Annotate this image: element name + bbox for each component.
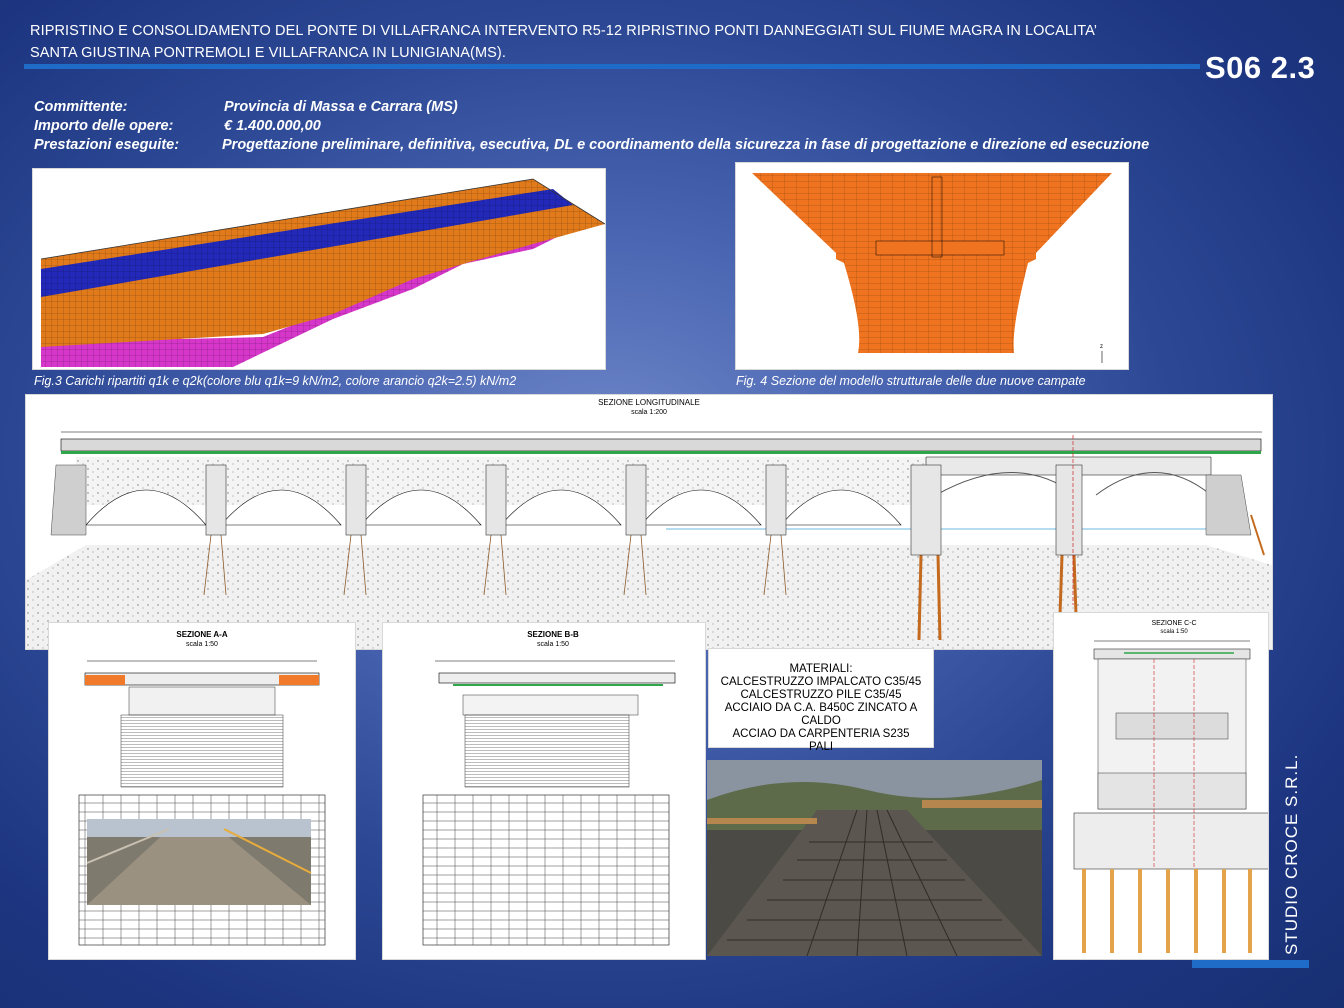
fig3-drawing [40, 178, 606, 367]
sec-bb-scale: scala 1:50 [537, 641, 569, 648]
prestazioni-row: Prestazioni eseguite: Progettazione preli… [34, 136, 1149, 155]
section-aa-svg: SEZIONE A-A scala 1:50 [78, 630, 326, 946]
prestazioni-label: Prestazioni eseguite: [34, 137, 180, 153]
sec-cc-title: SEZIONE C-C [1151, 620, 1196, 627]
committente-row: Committente: Provincia di Massa e Carrara… [34, 98, 1149, 117]
sheet-code: S06 2.3 [1205, 50, 1316, 85]
section-bb-drawing: SEZIONE B-B scala 1:50 [382, 622, 706, 960]
sec-aa-title: SEZIONE A-A [176, 630, 227, 639]
fig4-section-model-image: z [735, 162, 1129, 370]
sec-bb-title: SEZIONE B-B [527, 630, 579, 639]
project-info: Committente: Provincia di Massa e Carrara… [34, 98, 1149, 155]
section-bb-svg: SEZIONE B-B scala 1:50 [422, 630, 676, 946]
fig4-caption: Fig. 4 Sezione del modello strutturale d… [736, 374, 1086, 388]
long-scale: scala 1:200 [631, 409, 667, 416]
importo-label: Importo delle opere: [34, 118, 174, 134]
sec-cc-scale: scala 1:50 [1160, 629, 1188, 635]
sec-aa-scale: scala 1:50 [186, 641, 218, 648]
materials-line-4: ACCIAO DA CARPENTERIA S235 [732, 728, 910, 740]
footer-bar [1192, 960, 1309, 968]
title-underline-bar [24, 64, 1200, 69]
importo-row: Importo delle opere: € 1.400.000,00 [34, 117, 1149, 136]
committente-label: Committente: [34, 99, 128, 115]
studio-name-vertical: STUDIO CROCE S.R.L. [1282, 753, 1301, 955]
fig3-caption: Fig.3 Carichi ripartiti q1k e q2k(colore… [34, 374, 517, 388]
importo-value: € 1.400.000,00 [224, 118, 321, 134]
title-line-1: RIPRISTINO E CONSOLIDAMENTO DEL PONTE DI… [30, 23, 1098, 39]
materials-line-2: CALCESTRUZZO PILE C35/45 [740, 689, 902, 701]
materials-box: MATERIALI: CALCESTRUZZO IMPALCATO C35/45… [708, 648, 934, 753]
committente-value: Provincia di Massa e Carrara (MS) [224, 99, 458, 115]
section-cc-drawing: SEZIONE C-C scala 1:50 [1053, 612, 1271, 960]
fig3-load-model-image [32, 168, 606, 370]
page-title: RIPRISTINO E CONSOLIDAMENTO DEL PONTE DI… [30, 20, 1210, 64]
longitudinal-svg: SEZIONE LONGITUDINALE scala 1:200 [26, 398, 1272, 649]
construction-photo [707, 760, 1042, 956]
title-line-2: SANTA GIUSTINA PONTREMOLI E VILLAFRANCA … [30, 45, 506, 61]
construction-photo-drawing [707, 760, 1042, 956]
long-title: SEZIONE LONGITUDINALE [598, 398, 700, 407]
prestazioni-value: Progettazione preliminare, definitiva, e… [222, 137, 1150, 153]
fig4-drawing: z [752, 173, 1112, 363]
section-aa-drawing: SEZIONE A-A scala 1:50 [48, 622, 356, 960]
materials-line-5: PALI [808, 741, 834, 753]
materials-line-3: ACCIAIO DA C.A. B450C ZINCATO A CALDO [724, 702, 918, 727]
svg-text:z: z [1100, 344, 1103, 350]
materials-title: MATERIALI: [789, 663, 853, 675]
materials-line-1: CALCESTRUZZO IMPALCATO C35/45 [720, 676, 922, 688]
section-cc-svg: SEZIONE C-C scala 1:50 [1073, 620, 1271, 953]
